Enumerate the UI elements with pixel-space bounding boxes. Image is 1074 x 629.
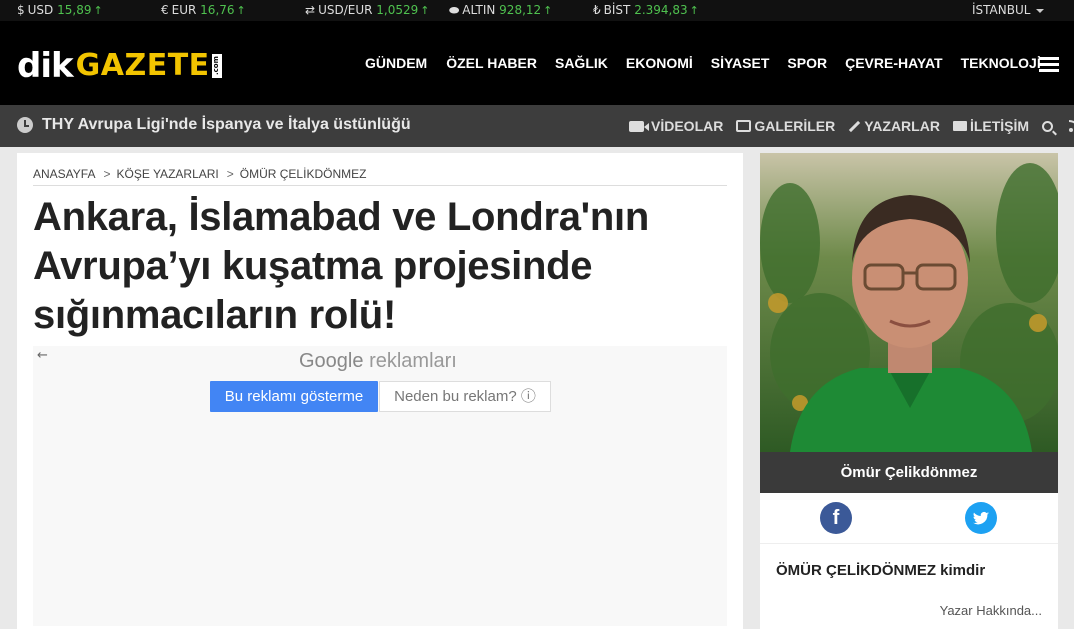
search-icon — [1042, 120, 1054, 132]
twitter-icon[interactable] — [965, 502, 997, 534]
author-about: ÖMÜR ÇELİKDÖNMEZ kimdir Yazar Hakkında..… — [760, 543, 1058, 629]
arrow-up-icon: ↑ — [543, 4, 553, 17]
ticker-value: 16,76 — [200, 3, 235, 17]
link-label: GALERİLER — [754, 118, 836, 134]
main-nav: GÜNDEM ÖZEL HABER SAĞLIK EKONOMİ SİYASET… — [365, 55, 1041, 71]
caret-down-icon — [1036, 8, 1045, 13]
author-social-links: f — [760, 493, 1058, 543]
ticker-label: EUR — [171, 3, 197, 17]
chevron-right-icon: > — [226, 167, 234, 181]
pencil-icon — [849, 120, 861, 132]
author-photo — [760, 153, 1058, 452]
clock-icon — [17, 117, 33, 133]
logo-gazete: GAZETE — [75, 48, 210, 83]
link-label: YAZARLAR — [864, 118, 940, 134]
ticker-label: ALTIN — [462, 3, 496, 17]
ticker-label: USD/EUR — [318, 3, 373, 17]
article-panel: ANASAYFA > KÖŞE YAZARLARI > ÖMÜR ÇELİKDÖNMEZ… — [17, 153, 743, 629]
link-yazarlar[interactable]: YAZARLAR — [848, 118, 940, 134]
ticker-usd: $ USD 15,89 ↑ — [17, 3, 103, 17]
city-selector[interactable]: İSTANBUL — [972, 3, 1045, 17]
ticker-usdeur: ⇄ USD/EUR 1,0529 ↑ — [305, 3, 430, 17]
link-label: İLETİŞİM — [969, 118, 1030, 134]
euro-icon: € — [161, 3, 169, 17]
author-about-title: ÖMÜR ÇELİKDÖNMEZ kimdir — [776, 562, 986, 579]
arrow-up-icon: ↑ — [420, 4, 430, 17]
nav-gundem[interactable]: GÜNDEM — [365, 55, 427, 71]
market-ticker: $ USD 15,89 ↑ € EUR 16,76 ↑ ⇄ USD/EUR 1,0529 ↑… — [0, 0, 1074, 21]
breadcrumb-home[interactable]: ANASAYFA — [33, 167, 95, 181]
breaking-news-text: THY Avrupa Ligi'nde İspanya ve İtalya üs… — [42, 116, 411, 133]
author-sidebar: Ömür Çelikdönmez f ÖMÜR ÇELİKDÖNMEZ kimd… — [760, 153, 1058, 629]
arrow-up-icon: ↑ — [689, 4, 699, 17]
author-portrait-image — [760, 153, 1058, 452]
secondary-links: VİDEOLAR GALERİLER YAZARLAR İLETİŞİM — [629, 118, 1074, 134]
site-logo[interactable]: dik GAZETE .com — [17, 49, 222, 83]
nav-ozel-haber[interactable]: ÖZEL HABER — [446, 55, 537, 71]
chevron-right-icon: > — [103, 167, 111, 181]
twitter-bird-icon — [973, 511, 989, 525]
why-this-ad-button[interactable]: Neden bu reklam? ⓘ — [379, 381, 551, 412]
arrow-up-icon: ↑ — [93, 4, 103, 17]
nav-cevre-hayat[interactable]: ÇEVRE-HAYAT — [845, 55, 943, 71]
ticker-value: 928,12 — [499, 3, 542, 17]
link-label: VİDEOLAR — [651, 118, 724, 134]
ticker-altin: ⬬ ALTIN 928,12 ↑ — [449, 3, 552, 18]
google-logo: Google — [299, 350, 364, 372]
breaking-news[interactable]: THY Avrupa Ligi'nde İspanya ve İtalya üs… — [17, 116, 411, 134]
author-name[interactable]: Ömür Çelikdönmez — [760, 452, 1058, 493]
rss-icon — [1069, 120, 1074, 132]
ticker-label: BİST — [603, 3, 631, 17]
gallery-icon — [736, 120, 752, 132]
article-title: Ankara, İslamabad ve Londra'nın Avrupa’y… — [33, 195, 649, 337]
ticker-value: 2.394,83 — [634, 3, 688, 17]
arrow-up-icon: ↑ — [236, 4, 246, 17]
nav-spor[interactable]: SPOR — [787, 55, 827, 71]
logo-com: .com — [211, 54, 222, 78]
back-arrow-icon[interactable]: ← — [37, 348, 48, 363]
hamburger-menu-icon[interactable] — [1039, 57, 1059, 73]
ticker-label: USD — [27, 3, 54, 17]
author-about-link[interactable]: Yazar Hakkında... — [940, 603, 1042, 618]
rss-button[interactable] — [1069, 120, 1074, 132]
ad-brand-suffix: reklamları — [369, 350, 457, 372]
video-icon — [629, 120, 649, 132]
search-button[interactable] — [1042, 120, 1056, 132]
exchange-icon: ⇄ — [305, 3, 316, 17]
logo-dik: dik — [17, 46, 74, 86]
ticker-value: 15,89 — [57, 3, 92, 17]
lira-icon: ₺ — [593, 3, 601, 17]
site-header: dik GAZETE .com GÜNDEM ÖZEL HABER SAĞLIK… — [0, 21, 1074, 105]
stop-ad-button[interactable]: Bu reklamı gösterme — [210, 381, 378, 412]
nav-ekonomi[interactable]: EKONOMİ — [626, 55, 693, 71]
nav-siyaset[interactable]: SİYASET — [711, 55, 770, 71]
link-videolar[interactable]: VİDEOLAR — [629, 118, 723, 134]
dollar-icon: $ — [17, 3, 25, 17]
breadcrumb-columnists[interactable]: KÖŞE YAZARLARI — [116, 167, 218, 181]
ad-brand: Google reklamları — [299, 350, 457, 373]
breadcrumb: ANASAYFA > KÖŞE YAZARLARI > ÖMÜR ÇELİKDÖNMEZ — [33, 167, 727, 186]
ticker-bist: ₺ BİST 2.394,83 ↑ — [593, 3, 699, 17]
ticker-eur: € EUR 16,76 ↑ — [161, 3, 246, 17]
nav-teknoloji[interactable]: TEKNOLOJİ — [961, 55, 1041, 71]
envelope-icon — [952, 121, 967, 131]
secondary-bar: THY Avrupa Ligi'nde İspanya ve İtalya üs… — [0, 105, 1074, 147]
google-ad-slot: ← Google reklamları Bu reklamı gösterme … — [33, 346, 727, 626]
gold-icon: ⬬ — [449, 3, 460, 17]
nav-saglik[interactable]: SAĞLIK — [555, 55, 608, 71]
link-galeriler[interactable]: GALERİLER — [736, 118, 835, 134]
facebook-icon[interactable]: f — [820, 502, 852, 534]
link-iletisim[interactable]: İLETİŞİM — [952, 118, 1030, 134]
ticker-value: 1,0529 — [376, 3, 419, 17]
breadcrumb-author[interactable]: ÖMÜR ÇELİKDÖNMEZ — [240, 167, 367, 181]
city-label: İSTANBUL — [972, 3, 1031, 17]
